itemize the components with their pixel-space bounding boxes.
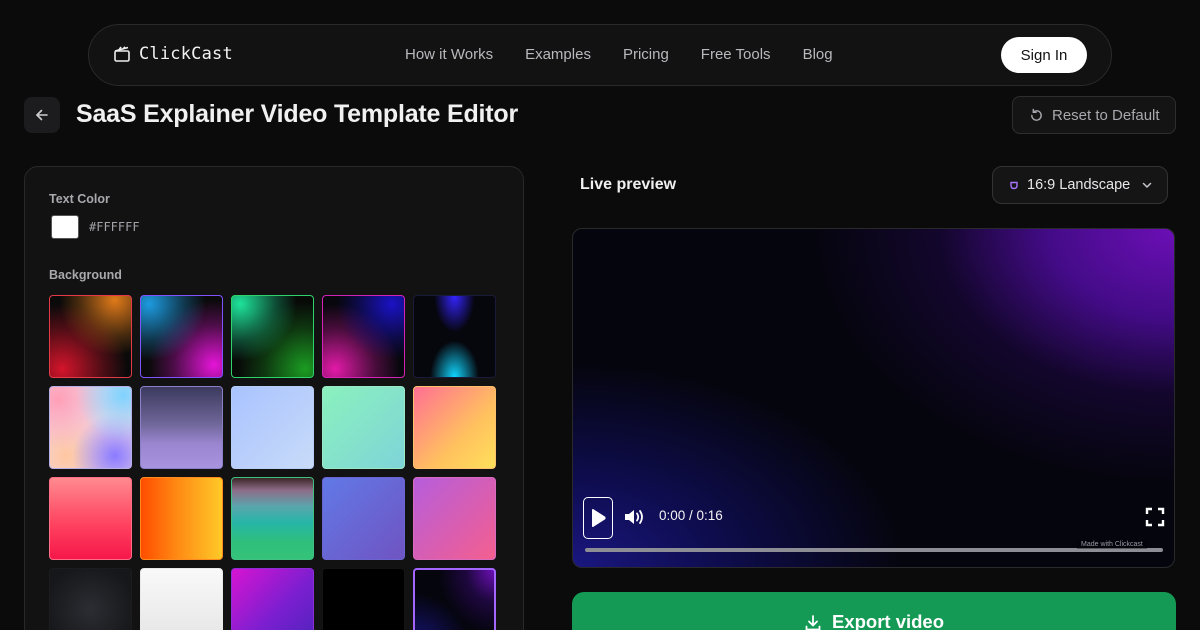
nav-links: How it Works Examples Pricing Free Tools… (405, 46, 833, 63)
logo[interactable]: ClickCast (113, 44, 233, 64)
back-button[interactable] (24, 97, 60, 133)
export-video-button[interactable]: Export video (572, 592, 1176, 630)
aspect-ratio-select[interactable]: 16:9 Landscape (992, 166, 1168, 204)
background-tile[interactable] (49, 295, 132, 378)
video-player[interactable]: 0:00 / 0:16 Made with Clickcast (572, 228, 1175, 568)
sign-in-button[interactable]: Sign In (1001, 37, 1087, 73)
logo-text: ClickCast (139, 44, 233, 64)
reset-to-default-button[interactable]: Reset to Default (1012, 96, 1176, 134)
background-tile[interactable] (231, 295, 314, 378)
background-label: Background (49, 268, 122, 282)
text-color-label: Text Color (49, 192, 110, 206)
chevron-down-icon (1142, 182, 1152, 188)
nav-link-pricing[interactable]: Pricing (623, 46, 669, 63)
background-tile[interactable] (140, 295, 223, 378)
reset-label: Reset to Default (1052, 106, 1160, 124)
time-display: 0:00 / 0:16 (659, 508, 723, 523)
background-tile[interactable] (49, 568, 132, 630)
nav-link-blog[interactable]: Blog (803, 46, 833, 63)
volume-button[interactable] (623, 507, 645, 532)
page-title: SaaS Explainer Video Template Editor (76, 100, 519, 128)
background-tile[interactable] (140, 477, 223, 560)
nav-link-examples[interactable]: Examples (525, 46, 591, 63)
background-tile[interactable] (231, 477, 314, 560)
background-tile[interactable] (140, 568, 223, 630)
text-color-swatch[interactable] (51, 215, 79, 239)
background-tile[interactable] (322, 295, 405, 378)
live-preview-label: Live preview (580, 176, 677, 193)
fullscreen-icon (1145, 507, 1165, 527)
background-tile[interactable] (322, 477, 405, 560)
background-tile-selected[interactable] (413, 568, 496, 630)
clapperboard-icon (113, 45, 131, 63)
background-tile[interactable] (231, 568, 314, 630)
background-tile[interactable] (231, 386, 314, 469)
background-tile[interactable] (49, 386, 132, 469)
arrow-left-icon (36, 109, 48, 121)
editor-panel: Text Color #FFFFFF Background (24, 166, 524, 630)
download-icon (805, 615, 821, 630)
background-tile[interactable] (322, 386, 405, 469)
background-tile[interactable] (413, 386, 496, 469)
watermark: Made with Clickcast (1077, 540, 1147, 549)
background-tile[interactable] (413, 477, 496, 560)
background-tile[interactable] (413, 295, 496, 378)
play-button[interactable] (583, 497, 613, 539)
aspect-ratio-value: 16:9 Landscape (1027, 177, 1131, 193)
background-tile[interactable] (140, 386, 223, 469)
export-label: Export video (831, 611, 945, 630)
background-tile[interactable] (49, 477, 132, 560)
background-grid (49, 295, 496, 630)
nav-link-how-it-works[interactable]: How it Works (405, 46, 493, 63)
play-icon (592, 509, 606, 527)
volume-icon (625, 510, 643, 524)
text-color-hex: #FFFFFF (89, 220, 140, 234)
reset-icon (1031, 108, 1042, 121)
fullscreen-button[interactable] (1145, 507, 1165, 532)
top-nav: ClickCast How it Works Examples Pricing … (88, 24, 1112, 86)
landscape-icon (1010, 181, 1018, 190)
nav-link-free-tools[interactable]: Free Tools (701, 46, 771, 63)
background-tile[interactable] (322, 568, 405, 630)
